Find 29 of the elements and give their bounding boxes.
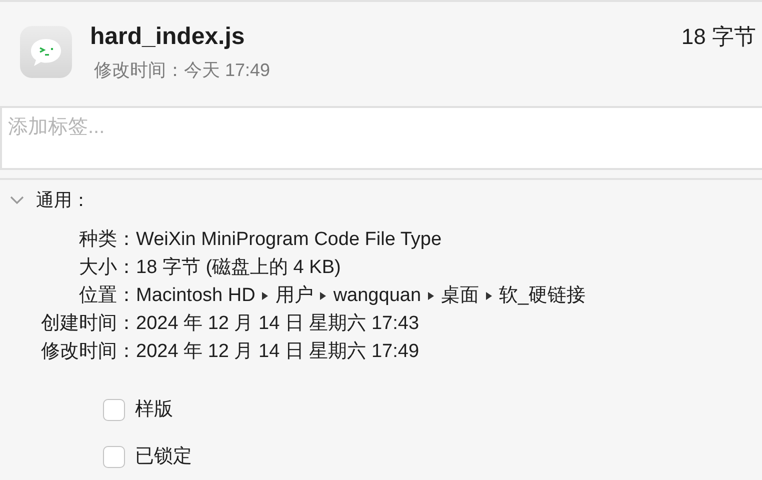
checkbox-label: 已锁定	[135, 444, 192, 468]
checkbox[interactable]	[103, 446, 125, 468]
file-name: hard_index.js	[90, 22, 246, 52]
folder-name: Macintosh HD	[136, 284, 256, 308]
section-title: 通用：	[36, 188, 90, 212]
info-value: WeiXin MiniProgram Code File Type	[136, 228, 442, 252]
path-separator-icon	[319, 291, 328, 301]
chevron-icon[interactable]	[10, 195, 24, 205]
path-separator-icon	[485, 291, 494, 301]
folder-name: 桌面	[441, 284, 480, 308]
info-value: 2024 年 12 月 14 日 星期六 17:49	[136, 340, 420, 364]
folder-name: 软_硬链接	[499, 284, 586, 308]
path-separator-icon	[427, 291, 436, 301]
folder-name: 用户	[275, 284, 314, 308]
tags-field[interactable]: 添加标签...	[0, 106, 762, 170]
modified-subtitle: 修改时间：今天 17:49	[94, 59, 272, 82]
info-label: 种类：	[78, 228, 136, 252]
path-separator-icon	[261, 291, 270, 301]
info-value: 2024 年 12 月 14 日 星期六 17:43	[136, 312, 420, 336]
info-value: 18 字节 (磁盘上的 4 KB)	[136, 256, 341, 280]
info-label: 位置：	[78, 284, 136, 308]
app-icon	[20, 26, 72, 78]
info-label: 创建时间：	[40, 312, 136, 336]
checkbox[interactable]	[103, 399, 125, 422]
file-size: 18 字节	[681, 23, 756, 51]
info-label: 修改时间：	[40, 340, 136, 364]
info-label: 大小：	[78, 256, 136, 280]
checkbox-label: 样版	[135, 398, 173, 422]
folder-name: wangquan	[333, 284, 422, 308]
